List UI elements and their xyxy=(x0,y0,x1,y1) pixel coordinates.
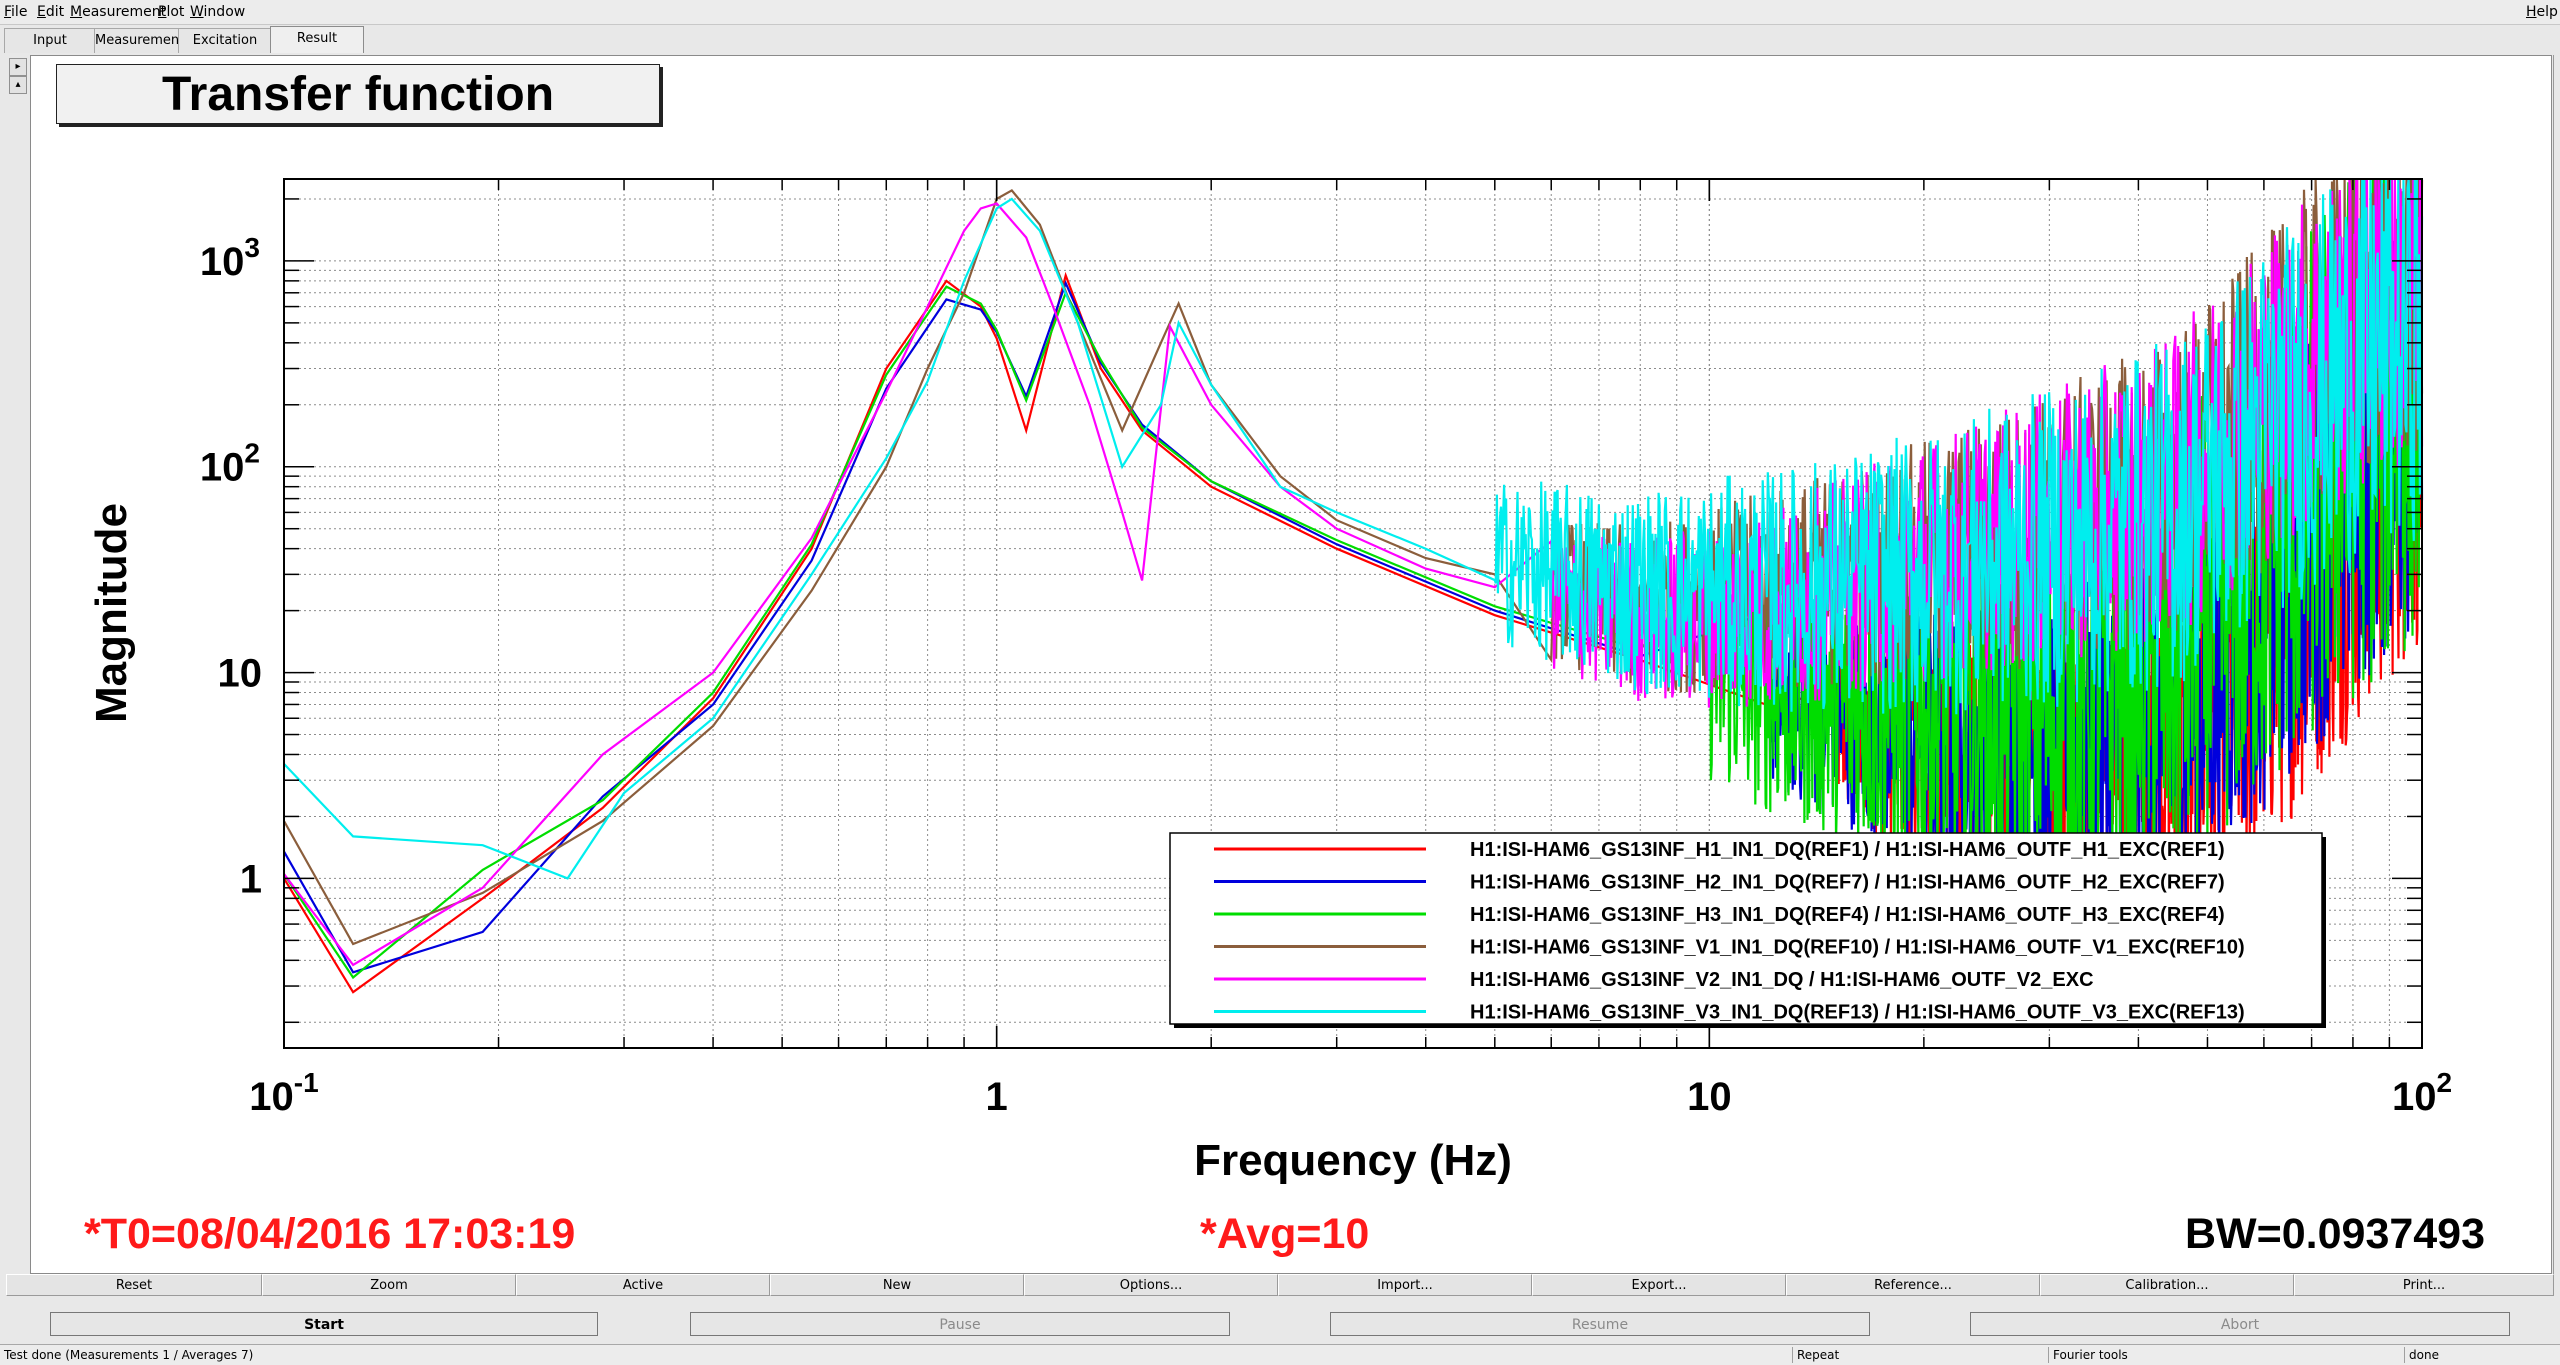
new-button[interactable]: New xyxy=(770,1274,1024,1296)
x-tick-label: 10-1 xyxy=(249,1067,318,1119)
abort-button[interactable]: Abort xyxy=(1970,1312,2510,1336)
legend: H1:ISI-HAM6_GS13INF_H1_IN1_DQ(REF1) / H1… xyxy=(1169,832,2326,1028)
legend-label: H1:ISI-HAM6_GS13INF_V2_IN1_DQ / H1:ISI-H… xyxy=(1470,969,2094,991)
print-button[interactable]: Print... xyxy=(2294,1274,2554,1296)
active-button[interactable]: Active xyxy=(516,1274,770,1296)
x-tick-labels: 10-1 1 10 102 xyxy=(249,1067,2452,1119)
pause-button[interactable]: Pause xyxy=(690,1312,1230,1336)
x-axis-label: Frequency (Hz) xyxy=(1194,1136,1512,1185)
t0-label: *T0=08/04/2016 17:03:19 xyxy=(84,1210,576,1258)
y-tick-label: 102 xyxy=(200,438,260,490)
x-tick-label: 102 xyxy=(2392,1067,2452,1119)
legend-label: H1:ISI-HAM6_GS13INF_V3_IN1_DQ(REF13) / H… xyxy=(1470,1002,2245,1024)
y-tick-label: 103 xyxy=(200,232,260,284)
y-tick-label: 10 xyxy=(218,652,263,696)
y-tick-label: 1 xyxy=(240,857,262,901)
y-axis-label: Magnitude xyxy=(87,503,136,723)
status-mode: Repeat xyxy=(1792,1347,2048,1363)
y-tick-labels: 1 10 102 103 xyxy=(200,232,262,902)
reset-button[interactable]: Reset xyxy=(6,1274,262,1296)
transfer-function-plot[interactable]: 10-1 1 10 102 1 10 102 103 Frequency (Hz) Magn… xyxy=(0,0,2560,1274)
calibration-button[interactable]: Calibration... xyxy=(2040,1274,2294,1296)
status-state: done xyxy=(2404,1347,2560,1363)
legend-box xyxy=(1169,832,2323,1025)
legend-label: H1:ISI-HAM6_GS13INF_H3_IN1_DQ(REF4) / H1… xyxy=(1470,904,2225,926)
control-bar: Start Pause Resume Abort xyxy=(0,1312,2560,1336)
x-tick-label: 1 xyxy=(986,1075,1008,1119)
zoom-button[interactable]: Zoom xyxy=(262,1274,516,1296)
plot-toolbar: Reset Zoom Active New Options... Import.… xyxy=(0,1274,2560,1298)
start-button[interactable]: Start xyxy=(50,1312,598,1336)
reference-button[interactable]: Reference... xyxy=(1786,1274,2040,1296)
status-tool: Fourier tools xyxy=(2048,1347,2404,1363)
resume-button[interactable]: Resume xyxy=(1330,1312,1870,1336)
x-tick-label: 10 xyxy=(1687,1075,1732,1119)
legend-label: H1:ISI-HAM6_GS13INF_H2_IN1_DQ(REF7) / H1… xyxy=(1470,872,2225,894)
export-button[interactable]: Export... xyxy=(1532,1274,1786,1296)
legend-label: H1:ISI-HAM6_GS13INF_V1_IN1_DQ(REF10) / H… xyxy=(1470,937,2245,959)
avg-label: *Avg=10 xyxy=(1200,1210,1370,1258)
legend-label: H1:ISI-HAM6_GS13INF_H1_IN1_DQ(REF1) / H1… xyxy=(1470,839,2225,861)
import-button[interactable]: Import... xyxy=(1278,1274,1532,1296)
status-bar: Test done (Measurements 1 / Averages 7) … xyxy=(0,1344,2560,1365)
options-button[interactable]: Options... xyxy=(1024,1274,1278,1296)
status-message: Test done (Measurements 1 / Averages 7) xyxy=(4,1348,254,1362)
bw-label: BW=0.0937493 xyxy=(2185,1210,2486,1258)
